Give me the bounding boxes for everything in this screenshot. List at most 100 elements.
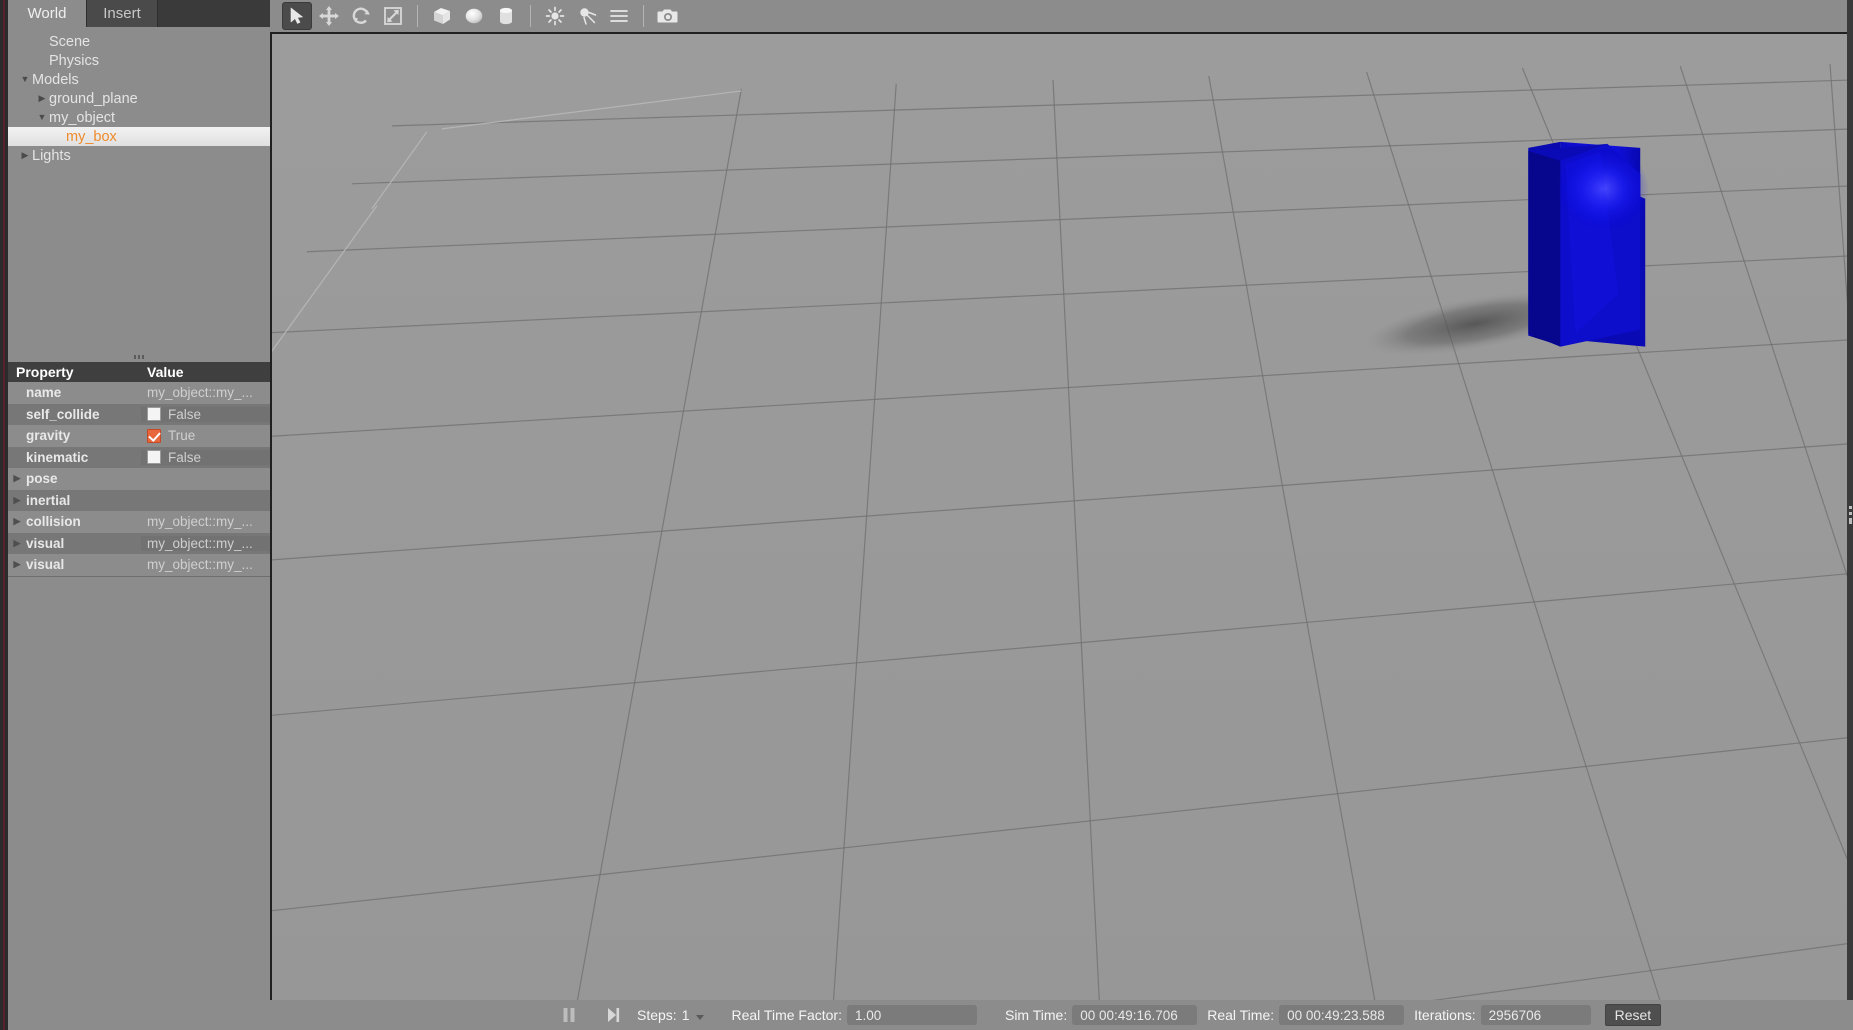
tree-item-label: my_box (66, 128, 117, 145)
chevron-right-icon[interactable]: ▶ (8, 559, 26, 570)
window-left-accent (3, 0, 5, 1030)
select-arrow-icon (290, 7, 303, 24)
tree-item-Lights[interactable]: ▶ Lights (8, 146, 270, 165)
property-name: gravity (26, 428, 71, 444)
panel-splitter-handle[interactable] (8, 352, 270, 362)
step-forward-button[interactable] (599, 1003, 627, 1027)
main-area (270, 0, 1853, 1030)
property-value-cell[interactable]: False (141, 449, 270, 465)
property-row[interactable]: ▶ visual my_object::my_... (8, 554, 270, 576)
property-row[interactable]: ▶ pose (8, 468, 270, 490)
property-name-cell: ▶ collision (8, 514, 141, 529)
real-time-label: Real Time: (1207, 1007, 1275, 1023)
tree-item-label: Scene (49, 33, 91, 50)
blue-box-object[interactable] (1528, 141, 1650, 347)
spot-light-button[interactable] (572, 2, 602, 30)
chevron-right-icon[interactable]: ▶ (8, 495, 26, 506)
property-value-cell[interactable]: my_object::my_... (141, 535, 270, 551)
pause-button[interactable] (555, 1003, 583, 1027)
property-value-text: my_object::my_... (147, 557, 253, 573)
tree-item-Scene[interactable]: ▶Scene (8, 32, 270, 51)
property-name-cell: ▶gravity (8, 428, 141, 443)
sphere-shape-icon (465, 8, 483, 24)
chevron-right-icon[interactable]: ▶ (8, 516, 26, 527)
tree-item-ground_plane[interactable]: ▶ ground_plane (8, 89, 270, 108)
property-value-cell[interactable]: my_object::my_... (141, 385, 270, 400)
steps-value[interactable]: 1 (682, 1007, 690, 1023)
property-name-cell: ▶self_collide (8, 407, 141, 422)
cylinder-shape-icon (500, 7, 512, 25)
property-name-cell: ▶ inertial (8, 493, 141, 508)
tree-item-Models[interactable]: ▼ Models (8, 70, 270, 89)
render-viewport-3d[interactable] (270, 32, 1853, 1000)
property-name-cell: ▶ visual (8, 557, 141, 572)
cylinder-shape-button[interactable] (491, 2, 521, 30)
tree-item-Physics[interactable]: ▶Physics (8, 51, 270, 70)
sim-time-value: 00 00:49:16.706 (1072, 1005, 1198, 1025)
property-name: inertial (26, 492, 71, 508)
directional-light-button[interactable] (604, 2, 634, 30)
property-row[interactable]: ▶ visual my_object::my_... (8, 532, 270, 554)
chevron-right-icon[interactable]: ▶ (8, 473, 26, 484)
property-table-header: Property Value (8, 362, 270, 382)
tree-item-label: Models (32, 71, 79, 88)
checkbox-unchecked-icon[interactable] (147, 450, 161, 465)
property-row[interactable]: ▶self_collide False (8, 403, 270, 425)
rotate-button[interactable] (346, 2, 376, 30)
steps-dropdown-caret-icon[interactable] (695, 1015, 704, 1020)
box-shape-icon (434, 8, 450, 24)
rotate-icon (352, 7, 370, 24)
toolbar-separator-1 (417, 5, 418, 27)
chevron-right-icon[interactable]: ▶ (35, 94, 49, 103)
property-name: name (26, 385, 62, 401)
right-splitter-grip-icon (1848, 506, 1852, 524)
right-edge-splitter[interactable] (1847, 0, 1853, 1030)
spot-light-icon (580, 8, 597, 25)
checkbox-checked-icon[interactable] (147, 428, 161, 443)
tab-world-label: World (27, 5, 67, 22)
box-shape-button[interactable] (427, 2, 457, 30)
property-row[interactable]: ▶ collision my_object::my_... (8, 511, 270, 533)
chevron-down-icon[interactable]: ▼ (18, 75, 32, 84)
property-value-cell[interactable]: False (141, 406, 270, 422)
tab-insert[interactable]: Insert (86, 0, 158, 27)
tab-world[interactable]: World (8, 0, 86, 27)
property-value-text: False (168, 449, 202, 465)
property-row[interactable]: ▶gravity True (8, 425, 270, 447)
tree-item-my_box[interactable]: ▶my_box (8, 127, 270, 146)
viewport-scene (272, 34, 1853, 1000)
tree-item-my_object[interactable]: ▼ my_object (8, 108, 270, 127)
property-row[interactable]: ▶name my_object::my_... (8, 382, 270, 404)
screenshot-camera-button[interactable] (653, 2, 683, 30)
translate-move-button[interactable] (314, 2, 344, 30)
property-row[interactable]: ▶ inertial (8, 489, 270, 511)
scale-button[interactable] (378, 2, 408, 30)
point-light-button[interactable] (540, 2, 570, 30)
property-value-text: True (168, 428, 196, 444)
property-value-cell[interactable]: True (141, 428, 270, 443)
scale-icon (384, 7, 402, 25)
property-value-text: my_object::my_... (147, 514, 253, 530)
property-table-bottom-divider (8, 575, 270, 577)
column-header-property: Property (16, 364, 74, 380)
property-name-cell: ▶ visual (8, 536, 141, 551)
sim-time-label: Sim Time: (1004, 1007, 1068, 1023)
real-time-value: 00 00:49:23.588 (1279, 1005, 1405, 1025)
property-value-text: my_object::my_... (147, 535, 253, 551)
property-row[interactable]: ▶kinematic False (8, 446, 270, 468)
translate-move-icon (319, 6, 339, 26)
real-time-factor-value: 1.00 (846, 1005, 977, 1025)
chevron-down-icon[interactable]: ▼ (35, 113, 49, 122)
toolbar-separator-3 (643, 5, 644, 27)
chevron-right-icon[interactable]: ▶ (8, 538, 26, 549)
reset-button[interactable]: Reset (1604, 1004, 1662, 1026)
sphere-shape-button[interactable] (459, 2, 489, 30)
property-value-cell[interactable]: my_object::my_... (141, 557, 270, 572)
property-value-cell[interactable]: my_object::my_... (141, 514, 270, 529)
select-arrow-button[interactable] (282, 2, 312, 30)
chevron-right-icon[interactable]: ▶ (18, 151, 32, 160)
property-name-cell: ▶kinematic (8, 450, 141, 465)
left-panel: World Insert ▶Scene▶Physics▼Models▶groun… (0, 0, 270, 1030)
checkbox-unchecked-icon[interactable] (147, 407, 161, 422)
world-tree: ▶Scene▶Physics▼Models▶ground_plane▼my_ob… (8, 27, 270, 165)
